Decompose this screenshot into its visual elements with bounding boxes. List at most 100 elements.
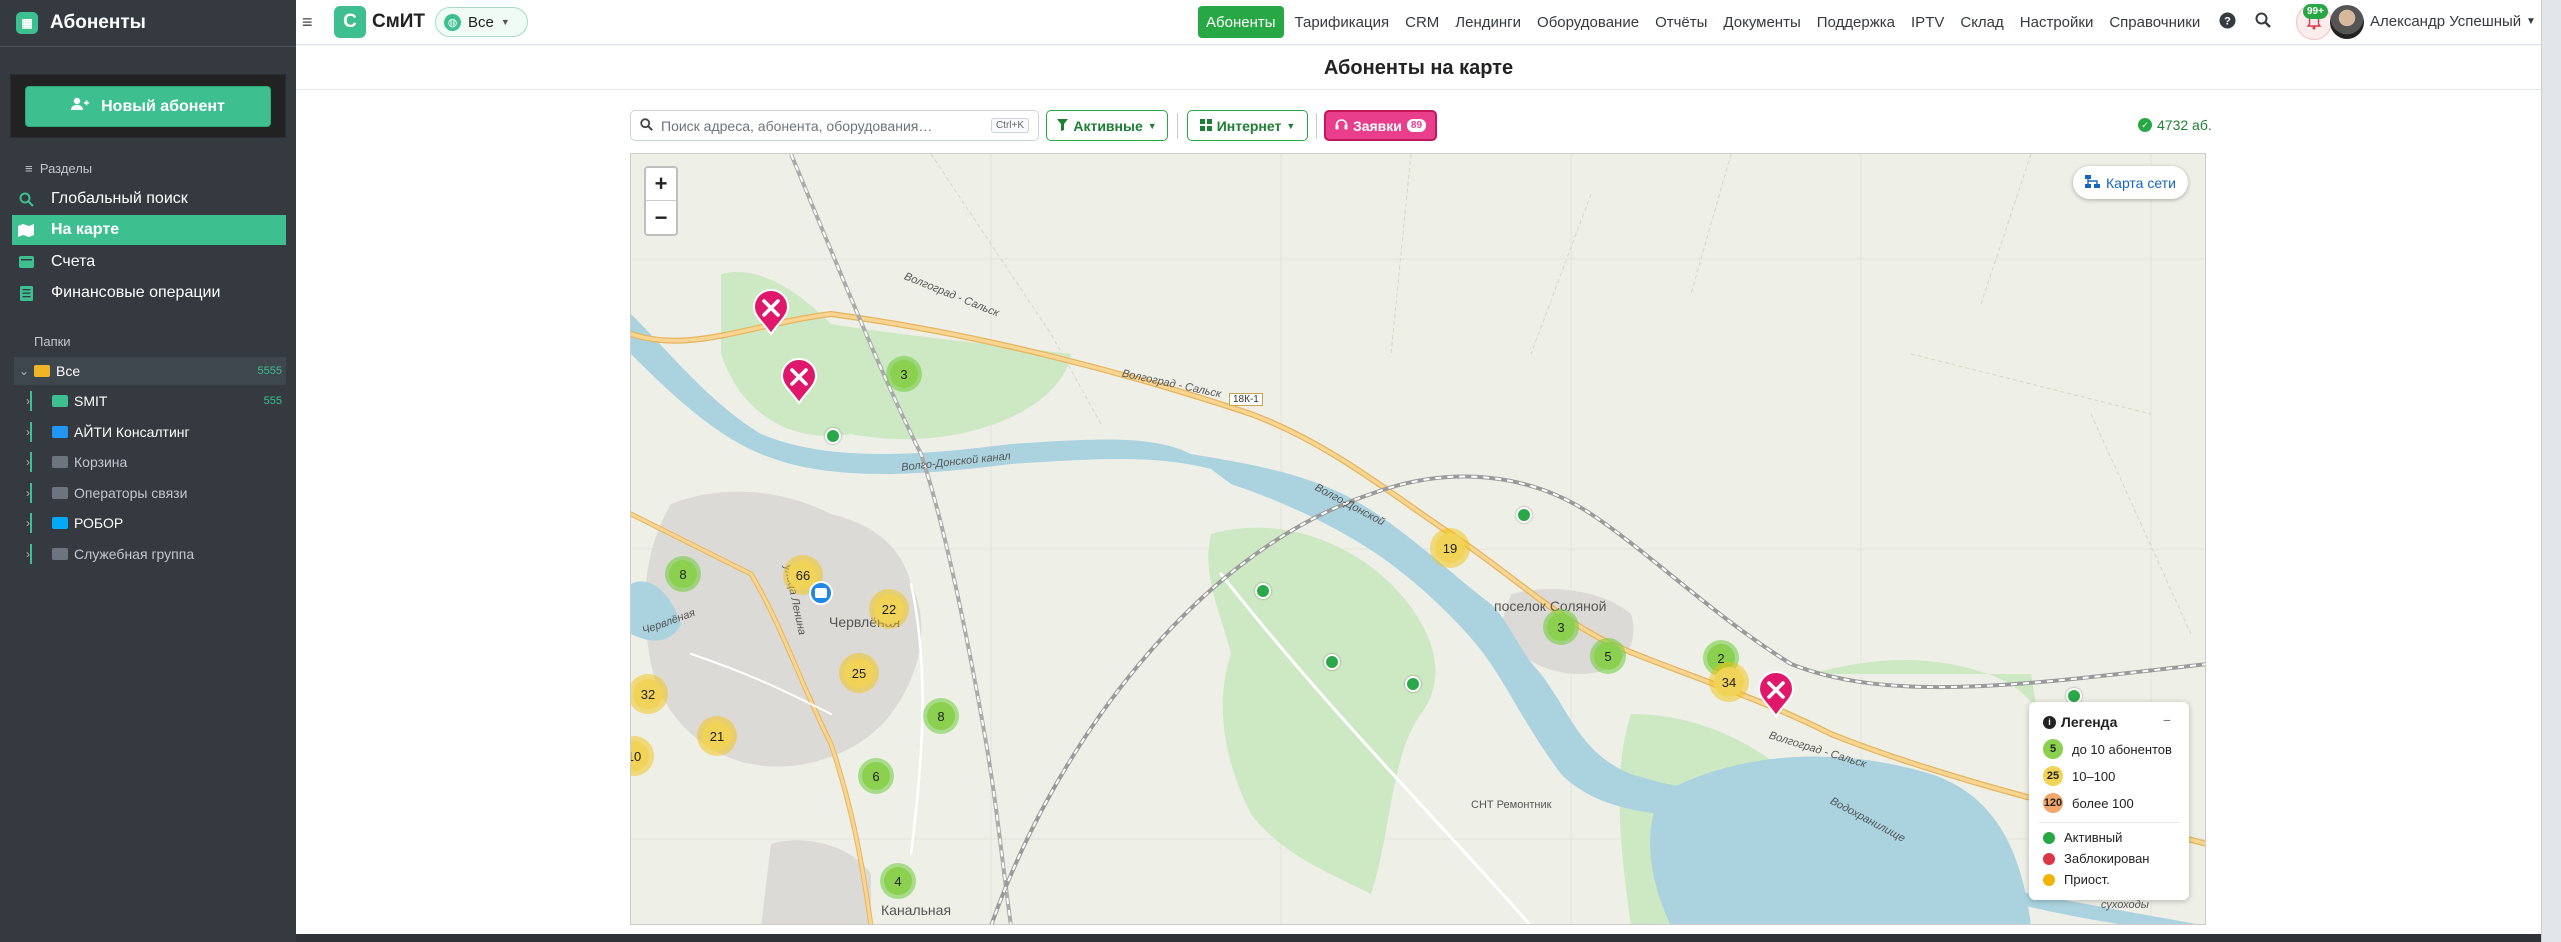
sidebar-header: ▦ Абоненты xyxy=(0,0,296,46)
subscribers-total: ✓ 4732 аб. xyxy=(2138,117,2212,133)
folder-icon xyxy=(52,517,68,529)
info-icon: i xyxy=(2043,715,2056,729)
new-subscriber-button[interactable]: Новый абонент xyxy=(25,86,271,127)
map-cluster[interactable]: 22 xyxy=(869,589,909,629)
sidebar-item-label: Глобальный поиск xyxy=(51,190,188,207)
folder-it-consulting[interactable]: › АЙТИ Консалтинг xyxy=(14,418,286,446)
map-cluster[interactable]: 34 xyxy=(1709,662,1749,702)
map-place-label: сухоходы xyxy=(2101,899,2149,911)
chevron-down-icon[interactable]: ⌄ xyxy=(14,364,34,378)
sidebar-item-map[interactable]: На карте xyxy=(12,215,286,245)
folder-label: Корзина xyxy=(74,454,128,470)
legend-status-text: Приост. xyxy=(2064,872,2110,887)
chevron-right-icon[interactable]: › xyxy=(18,455,38,469)
tree-line xyxy=(30,452,32,472)
sidebar: ▦ Абоненты Новый абонент ≡ Разделы Глоба… xyxy=(0,0,296,942)
folder-open-icon xyxy=(34,365,50,377)
zoom-in-button[interactable]: + xyxy=(646,168,676,201)
requests-label: Заявки xyxy=(1352,117,1402,134)
chevron-right-icon[interactable]: › xyxy=(18,394,38,408)
map-cluster[interactable]: 21 xyxy=(697,716,737,756)
legend-row: 5 до 10 абонентов xyxy=(2043,739,2172,759)
map-cluster[interactable]: 3 xyxy=(886,356,922,392)
filter-internet-button[interactable]: Интернет ▼ xyxy=(1187,110,1308,141)
legend-text: более 100 xyxy=(2072,795,2134,811)
sidebar-item-invoices[interactable]: Счета xyxy=(12,247,286,277)
sidebar-item-financial-operations[interactable]: Финансовые операции xyxy=(12,278,286,308)
zoom-out-button[interactable]: − xyxy=(646,201,676,234)
folder-operators[interactable]: › Операторы связи xyxy=(14,479,286,507)
map-cluster[interactable]: 25 xyxy=(839,653,879,693)
search-input[interactable]: Поиск адреса, абонента, оборудования… Ct… xyxy=(630,110,1039,141)
legend-badge: 25 xyxy=(2043,766,2063,786)
request-pin[interactable] xyxy=(779,357,819,405)
legend-text: до 10 абонентов xyxy=(2072,741,2172,757)
sidebar-item-label: На карте xyxy=(51,221,120,238)
legend-minimize-button[interactable]: − xyxy=(2163,712,2171,728)
folder-trash[interactable]: › Корзина xyxy=(14,448,286,476)
chevron-down-icon: ▼ xyxy=(1286,120,1296,131)
search-icon xyxy=(18,191,34,207)
chevron-right-icon[interactable]: › xyxy=(18,547,38,561)
office-marker[interactable] xyxy=(809,581,833,605)
toolbar-divider xyxy=(1177,113,1178,139)
sidebar-item-label: Финансовые операции xyxy=(51,284,221,301)
legend-status-text: Активный xyxy=(2064,830,2123,845)
folder-service-group[interactable]: › Служебная группа xyxy=(14,540,286,568)
legend-divider xyxy=(2039,822,2179,823)
headset-icon xyxy=(1335,118,1348,134)
page-scrollbar[interactable] xyxy=(2541,0,2561,942)
filter-active-button[interactable]: Активные ▼ xyxy=(1046,110,1168,141)
subscriber-point[interactable] xyxy=(1405,676,1421,692)
title-divider xyxy=(296,89,2541,90)
requests-toggle-button[interactable]: Заявки 89 xyxy=(1324,110,1437,141)
map-icon xyxy=(18,222,34,238)
sidebar-title: Абоненты xyxy=(50,12,146,33)
legend-badge: 5 xyxy=(2043,739,2063,759)
chevron-right-icon[interactable]: › xyxy=(18,516,38,530)
ledger-icon xyxy=(18,285,34,301)
sidebar-item-global-search[interactable]: Глобальный поиск xyxy=(12,184,286,214)
toolbar-divider xyxy=(1316,113,1317,139)
subscriber-point[interactable] xyxy=(1516,507,1532,523)
chevron-right-icon[interactable]: › xyxy=(18,425,38,439)
map-place-label: Канальная xyxy=(881,902,952,918)
folder-count: 5555 xyxy=(257,365,282,377)
folder-icon xyxy=(52,395,68,407)
chevron-right-icon[interactable]: › xyxy=(18,486,38,500)
filter-icon xyxy=(1057,118,1069,134)
map-cluster[interactable]: 3 xyxy=(1543,609,1579,645)
status-dot xyxy=(2043,873,2055,886)
map-cluster[interactable]: 4 xyxy=(880,863,916,899)
network-map-label: Карта сети xyxy=(2106,174,2176,191)
subscriber-point[interactable] xyxy=(825,428,841,444)
network-map-button[interactable]: Карта сети xyxy=(2073,166,2188,199)
subscriber-point[interactable] xyxy=(1255,583,1271,599)
folder-all[interactable]: ⌄ Все 5555 xyxy=(14,357,286,385)
folder-robor[interactable]: › РОБОР xyxy=(14,509,286,537)
request-pin[interactable] xyxy=(1756,670,1796,718)
map-road-code: 18К-1 xyxy=(1229,393,1263,406)
map-cluster[interactable]: 5 xyxy=(1590,638,1626,674)
sidebar-divider xyxy=(0,46,296,47)
subscribers-map[interactable]: Волгоград - Сальск Волгоград - Сальск 18… xyxy=(630,153,2206,925)
tree-line xyxy=(30,391,32,411)
map-cluster[interactable]: 6 xyxy=(858,758,894,794)
subscriber-point[interactable] xyxy=(1324,654,1340,670)
chevron-down-icon: ▼ xyxy=(1147,120,1157,131)
filter-active-label: Активные xyxy=(1073,117,1143,134)
legend-status-row: Приост. xyxy=(2043,872,2110,887)
tree-line xyxy=(30,513,32,533)
folder-smit[interactable]: › SMIT 555 xyxy=(14,387,286,415)
map-cluster[interactable]: 8 xyxy=(923,698,959,734)
request-pin[interactable] xyxy=(751,288,791,336)
grid-icon xyxy=(1199,118,1212,134)
folder-icon xyxy=(52,426,68,438)
map-cluster[interactable]: 8 xyxy=(665,556,701,592)
sidebar-item-label: Счета xyxy=(51,253,96,270)
map-cluster[interactable]: 19 xyxy=(1430,528,1470,568)
tree-line xyxy=(30,544,32,564)
folder-label: АЙТИ Консалтинг xyxy=(74,424,190,440)
folder-icon xyxy=(52,548,68,560)
search-shortcut: Ctrl+K xyxy=(990,118,1029,133)
